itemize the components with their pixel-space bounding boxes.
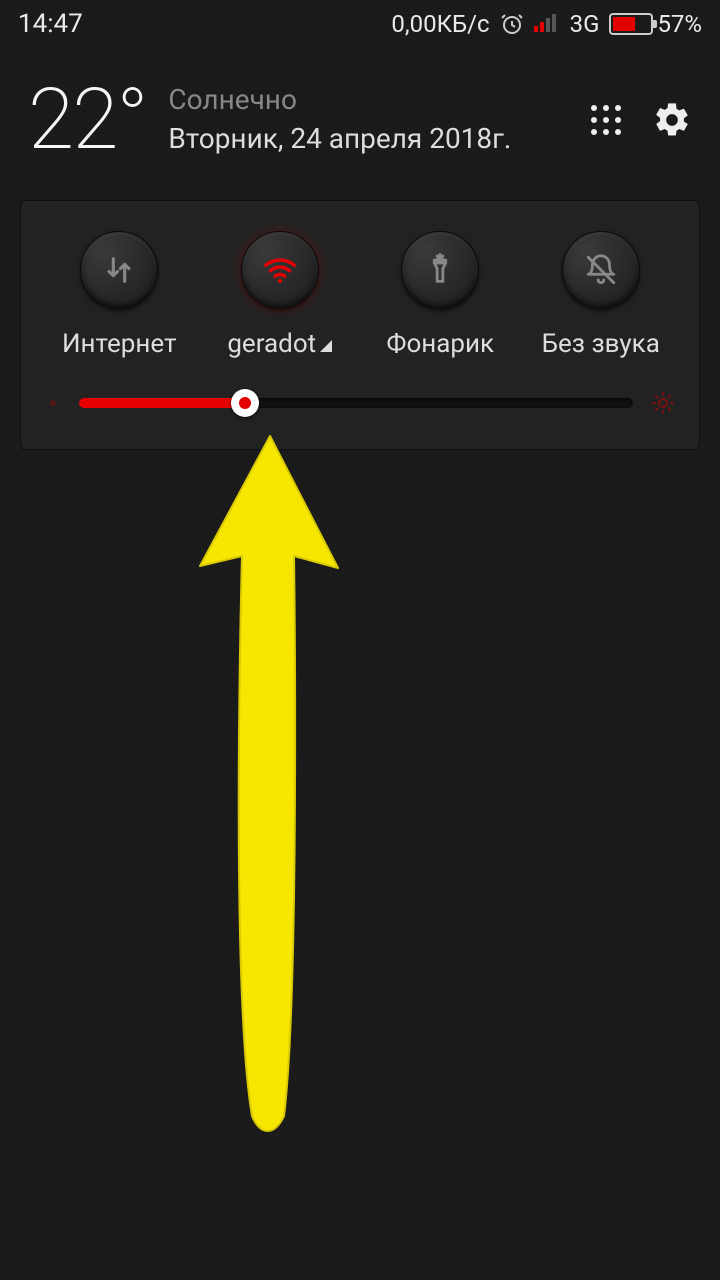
toggle-wifi-button[interactable] — [241, 231, 319, 309]
annotation-arrow — [170, 426, 370, 1150]
weather-condition: Солнечно — [168, 82, 511, 118]
network-type: 3G — [570, 10, 600, 38]
toggle-row: Интернет geradot — [39, 231, 681, 359]
alarm-icon — [500, 12, 524, 36]
temperature: 22° — [28, 78, 146, 162]
battery-icon — [609, 13, 653, 35]
battery-percent: 57% — [657, 10, 702, 38]
toggle-wifi[interactable]: geradot — [205, 231, 355, 359]
slider-fill — [79, 398, 245, 408]
quick-settings-panel: Интернет geradot — [20, 200, 700, 450]
brightness-high-icon — [651, 391, 675, 415]
toggle-wifi-label: geradot — [227, 329, 332, 359]
settings-gear-icon[interactable] — [652, 100, 692, 140]
toggle-flashlight-button[interactable] — [401, 231, 479, 309]
toggle-silent[interactable]: Без звука — [526, 231, 676, 359]
toggle-internet-label: Интернет — [62, 329, 177, 359]
network-speed: 0,00КБ/с — [391, 10, 489, 38]
status-bar: 14:47 0,00КБ/с 3G 57% — [0, 0, 720, 48]
weather-date: Вторник, 24 апреля 2018г. — [168, 119, 511, 158]
bell-off-icon — [584, 253, 618, 287]
status-right: 0,00КБ/с 3G 57% — [391, 10, 702, 38]
toggle-silent-label: Без звука — [542, 329, 660, 359]
slider-thumb[interactable] — [231, 389, 259, 417]
toggle-flashlight[interactable]: Фонарик — [365, 231, 515, 359]
brightness-low-icon — [45, 395, 61, 411]
battery-indicator: 57% — [609, 10, 702, 38]
toggle-internet[interactable]: Интернет — [44, 231, 194, 359]
toggle-silent-button[interactable] — [562, 231, 640, 309]
wifi-icon — [261, 251, 299, 289]
flashlight-icon — [423, 253, 457, 287]
weather-text: Солнечно Вторник, 24 апреля 2018г. — [168, 82, 511, 158]
signal-icon — [534, 10, 560, 38]
weather-row[interactable]: 22° Солнечно Вторник, 24 апреля 2018г. — [0, 48, 720, 182]
toggle-internet-button[interactable] — [80, 231, 158, 309]
brightness-slider[interactable] — [79, 391, 633, 415]
data-arrows-icon — [102, 253, 136, 287]
apps-grid-icon[interactable] — [588, 102, 624, 138]
brightness-row — [39, 391, 681, 415]
toggle-flashlight-label: Фонарик — [386, 329, 494, 359]
status-time: 14:47 — [18, 9, 83, 39]
signal-triangle-icon — [320, 340, 332, 352]
